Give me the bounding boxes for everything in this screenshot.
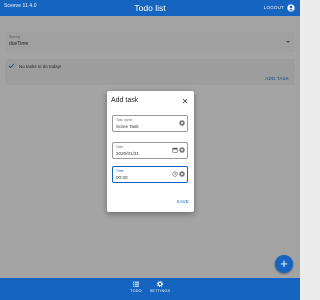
clock-icon[interactable] — [172, 171, 178, 177]
date-value: 2020/01/31 — [116, 151, 139, 156]
nav-item-settings[interactable]: SETTINGS — [148, 280, 172, 293]
task-name-label: Task name — [116, 118, 133, 122]
nav-item-label: SETTINGS — [149, 289, 171, 293]
app-bar: Scesve 11.4.0 Todo list LOGOUT — [0, 0, 300, 16]
clear-icon[interactable] — [179, 120, 185, 126]
dialog-title: Add task — [111, 97, 139, 104]
list-icon — [133, 281, 139, 287]
time-field[interactable]: Time 00:30 — [112, 166, 188, 183]
calendar-icon[interactable] — [172, 147, 178, 153]
add-fab-button[interactable]: + — [275, 255, 293, 273]
gear-icon — [157, 281, 163, 287]
plus-icon: + — [280, 256, 288, 271]
page-title: Todo list — [134, 3, 166, 13]
save-button[interactable]: SAVE — [177, 199, 189, 204]
clear-icon[interactable] — [179, 171, 185, 177]
task-name-field[interactable]: Task name Some Task — [112, 115, 188, 132]
nav-item-todo[interactable]: TODO — [124, 280, 148, 293]
close-icon[interactable] — [182, 98, 188, 104]
account-icon[interactable] — [287, 4, 295, 12]
date-field[interactable]: Date 2020/01/31 — [112, 142, 188, 159]
add-task-dialog: Add task Task name Some Task Date 2020/0… — [107, 91, 194, 212]
date-label: Date — [116, 145, 124, 149]
time-value: 00:30 — [116, 175, 128, 180]
time-label: Time — [116, 169, 124, 173]
nav-item-label: TODO — [130, 289, 142, 293]
clear-icon[interactable] — [179, 147, 185, 153]
bottom-nav: TODO SETTINGS — [0, 278, 300, 300]
logout-button[interactable]: LOGOUT — [264, 5, 284, 10]
task-name-value: Some Task — [116, 124, 139, 129]
